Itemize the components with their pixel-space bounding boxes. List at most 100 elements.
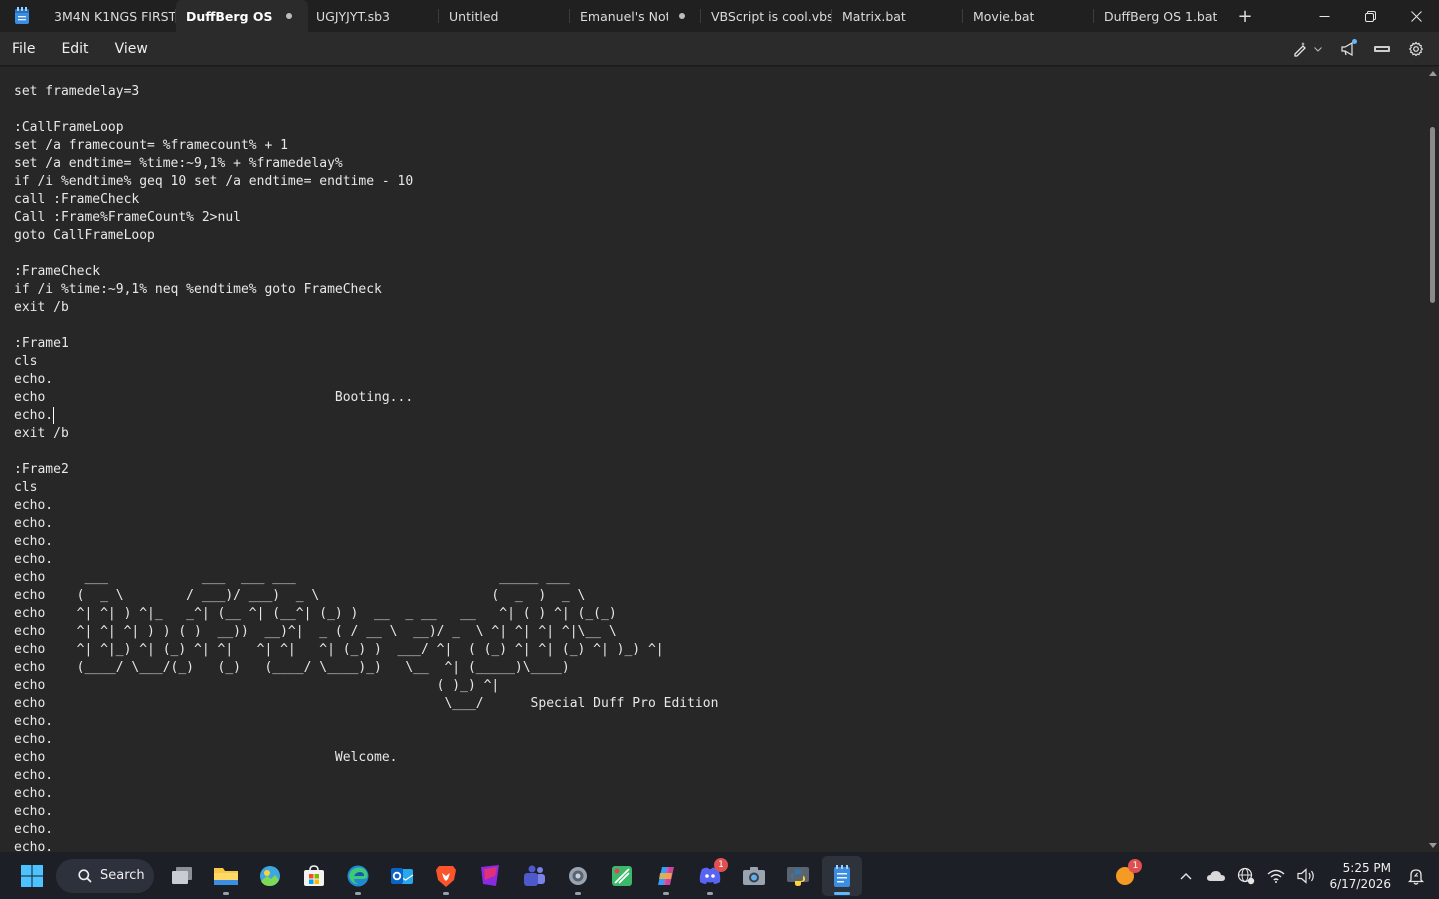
code-line[interactable] bbox=[14, 101, 718, 119]
discord-button[interactable]: 1 bbox=[690, 856, 730, 896]
code-line[interactable]: echo. bbox=[14, 803, 718, 821]
code-line[interactable]: cls bbox=[14, 479, 718, 497]
code-line[interactable]: echo ___ ___ ___ ___ _____ ___ bbox=[14, 569, 718, 587]
scroll-up-arrow-icon[interactable] bbox=[1429, 71, 1437, 76]
camera-button[interactable] bbox=[734, 856, 774, 896]
tab-vbscript[interactable]: VBScript is cool.vbs bbox=[701, 0, 832, 32]
wifi-button[interactable] bbox=[1261, 861, 1291, 891]
code-line[interactable]: if /i %endtime% geq 10 set /a endtime= e… bbox=[14, 173, 718, 191]
code-line[interactable]: echo (____/ \___/(_) (_) (____/ \____)_)… bbox=[14, 659, 718, 677]
tab-movie-bat[interactable]: Movie.bat bbox=[963, 0, 1094, 32]
settings-button[interactable] bbox=[1401, 34, 1431, 64]
photos-button[interactable] bbox=[250, 856, 290, 896]
code-line[interactable]: echo. bbox=[14, 515, 718, 533]
close-button[interactable] bbox=[1393, 0, 1439, 32]
tab-untitled[interactable]: Untitled bbox=[439, 0, 570, 32]
code-line[interactable] bbox=[14, 443, 718, 461]
tab-duffberg-os-1[interactable]: DuffBerg OS 1.bat bbox=[1094, 0, 1225, 32]
code-line[interactable] bbox=[14, 245, 718, 263]
whats-new-button[interactable] bbox=[1333, 34, 1363, 64]
code-line[interactable]: exit /b bbox=[14, 299, 718, 317]
edge-button[interactable] bbox=[338, 856, 378, 896]
code-line[interactable]: :Frame1 bbox=[14, 335, 718, 353]
tab-matrix-bat[interactable]: Matrix.bat bbox=[832, 0, 963, 32]
code-line[interactable]: goto CallFrameLoop bbox=[14, 227, 718, 245]
weather-widget-button[interactable]: 1 bbox=[1105, 856, 1145, 896]
python-button[interactable] bbox=[778, 856, 818, 896]
code-line[interactable]: echo. bbox=[14, 551, 718, 569]
code-line[interactable]: echo ^| ^| ) ^|_ _^| (__ ^| (__^| (_) ) … bbox=[14, 605, 718, 623]
volume-button[interactable] bbox=[1291, 861, 1321, 891]
onedrive-button[interactable] bbox=[1201, 861, 1231, 891]
menu-file[interactable]: File bbox=[0, 32, 48, 66]
teams-button[interactable] bbox=[514, 856, 554, 896]
code-line[interactable]: echo. bbox=[14, 785, 718, 803]
code-line[interactable]: set /a endtime= %time:~9,1% + %framedela… bbox=[14, 155, 718, 173]
start-button[interactable] bbox=[12, 856, 52, 896]
notification-center-button[interactable] bbox=[1401, 861, 1431, 891]
new-tab-button[interactable]: + bbox=[1225, 0, 1265, 32]
outlook-button[interactable] bbox=[382, 856, 422, 896]
file-explorer-button[interactable] bbox=[206, 856, 246, 896]
copilot-button[interactable] bbox=[646, 856, 686, 896]
code-line[interactable]: echo. bbox=[14, 821, 718, 839]
code-line[interactable]: set /a framecount= %framecount% + 1 bbox=[14, 137, 718, 155]
unsaved-dot-icon[interactable] bbox=[286, 13, 292, 19]
code-line[interactable]: echo Booting... bbox=[14, 389, 718, 407]
code-line[interactable]: echo. bbox=[14, 407, 718, 425]
maximize-button[interactable] bbox=[1347, 0, 1393, 32]
code-line[interactable]: echo \___/ Special Duff Pro Edition bbox=[14, 695, 718, 713]
brave-button[interactable] bbox=[426, 856, 466, 896]
code-line[interactable]: :CallFrameLoop bbox=[14, 119, 718, 137]
tab-duffberg-os-op[interactable]: DuffBerg OS Op bbox=[176, 0, 308, 32]
notepad-taskbar-button[interactable] bbox=[822, 855, 862, 896]
minimize-button[interactable] bbox=[1301, 0, 1347, 32]
code-line[interactable]: echo. bbox=[14, 371, 718, 389]
tab-emanuels-note[interactable]: Emanuel's Notel bbox=[570, 0, 701, 32]
code-line[interactable]: echo ^| ^| ^| ) ) ( ) __)) __)^| _ ( / _… bbox=[14, 623, 718, 641]
code-line[interactable]: :Frame2 bbox=[14, 461, 718, 479]
code-line[interactable]: if /i %time:~9,1% neq %endtime% goto Fra… bbox=[14, 281, 718, 299]
code-line[interactable]: echo. bbox=[14, 497, 718, 515]
code-line[interactable]: call :FrameCheck bbox=[14, 191, 718, 209]
code-line[interactable]: echo ^| ^|_) ^| (_) ^| ^| ^| ^| ^| (_) )… bbox=[14, 641, 718, 659]
code-line[interactable]: echo. bbox=[14, 839, 718, 852]
vertical-scrollbar[interactable] bbox=[1427, 67, 1439, 852]
code-line[interactable]: cls bbox=[14, 353, 718, 371]
menu-edit[interactable]: Edit bbox=[48, 32, 101, 66]
language-button[interactable] bbox=[1231, 861, 1261, 891]
tab-label: Movie.bat bbox=[973, 8, 1035, 24]
editor-content[interactable]: set framedelay=3 :CallFrameLoop set /a fra… bbox=[14, 83, 718, 852]
settings-app-button[interactable] bbox=[558, 856, 598, 896]
code-line[interactable]: echo. bbox=[14, 533, 718, 551]
tab-3m4n-kings[interactable]: 3M4N K1NGS FIRST PI bbox=[44, 0, 176, 32]
code-line[interactable]: echo ( _ \ / ___)/ ___) _ \ ( _ ) _ \ bbox=[14, 587, 718, 605]
code-line[interactable] bbox=[14, 317, 718, 335]
search-label: Search bbox=[100, 868, 145, 883]
store-button[interactable] bbox=[294, 856, 334, 896]
unsaved-dot-icon[interactable] bbox=[679, 13, 685, 19]
text-editor[interactable]: set framedelay=3 :CallFrameLoop set /a fra… bbox=[0, 67, 1439, 852]
copilot-rewrite-button[interactable] bbox=[1285, 34, 1329, 64]
code-line[interactable]: set framedelay=3 bbox=[14, 83, 718, 101]
code-line[interactable]: :FrameCheck bbox=[14, 263, 718, 281]
code-line[interactable]: echo. bbox=[14, 731, 718, 749]
code-line[interactable]: echo ( )_) ^| bbox=[14, 677, 718, 695]
clipchamp-button[interactable] bbox=[470, 856, 510, 896]
code-line[interactable]: echo. bbox=[14, 767, 718, 785]
scroll-down-arrow-icon[interactable] bbox=[1429, 843, 1437, 848]
code-line[interactable]: echo. bbox=[14, 713, 718, 731]
menu-view[interactable]: View bbox=[102, 32, 161, 66]
code-line[interactable]: Call :Frame%FrameCount% 2>nul bbox=[14, 209, 718, 227]
account-button[interactable] bbox=[1367, 34, 1397, 64]
show-hidden-icons-button[interactable] bbox=[1171, 861, 1201, 891]
scrollbar-thumb[interactable] bbox=[1430, 127, 1435, 303]
clock[interactable]: 5:25 PM 6/17/2026 bbox=[1321, 860, 1401, 892]
clipchamp-icon bbox=[481, 864, 499, 886]
task-view-button[interactable] bbox=[162, 856, 202, 896]
snipping-tool-button[interactable] bbox=[602, 856, 642, 896]
taskbar-search[interactable]: Search bbox=[56, 858, 154, 893]
code-line[interactable]: echo Welcome. bbox=[14, 749, 718, 767]
code-line[interactable]: exit /b bbox=[14, 425, 718, 443]
tab-ugjyjyt[interactable]: UGJYJYT.sb3 bbox=[308, 0, 439, 32]
